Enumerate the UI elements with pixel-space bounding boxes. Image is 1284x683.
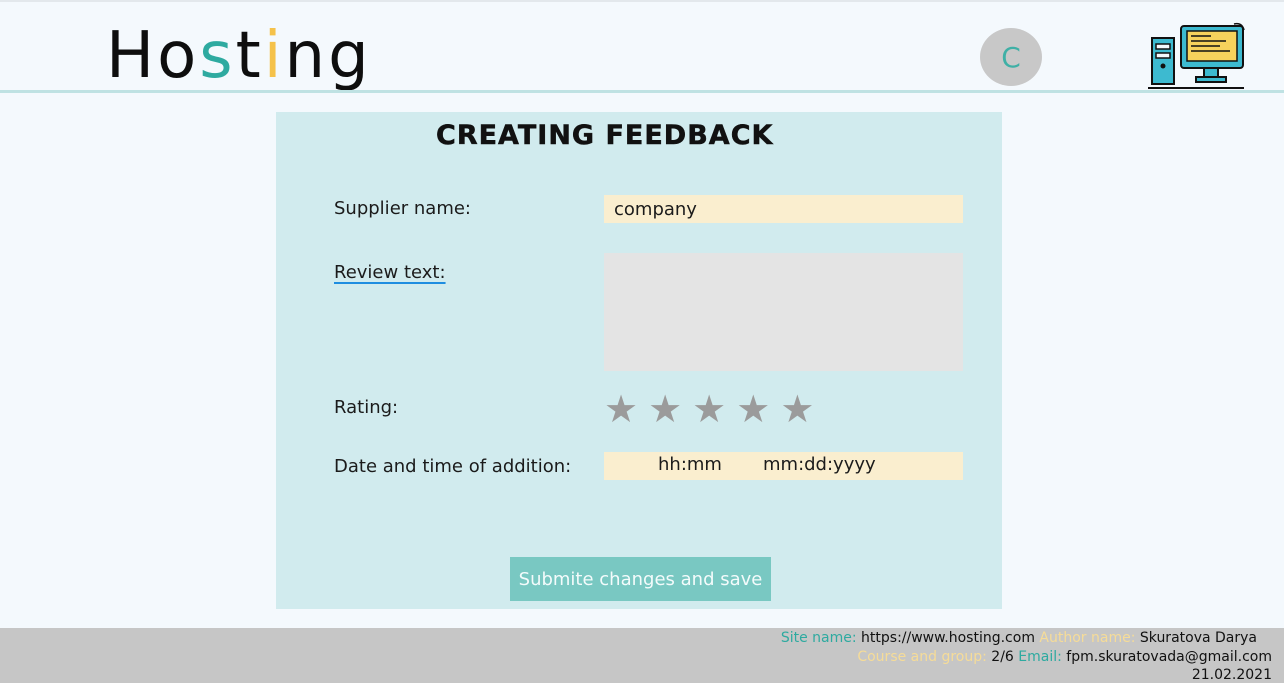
logo-part: t: [235, 19, 264, 93]
hosting-logo[interactable]: Hosting: [106, 16, 372, 96]
course-group-key: Course and group:: [857, 649, 987, 665]
course-group-value: 2/6: [991, 649, 1014, 665]
logo-part-accent: s: [199, 19, 236, 93]
email-value[interactable]: fpm.skuratovada@gmail.com: [1066, 649, 1272, 665]
review-text-input[interactable]: [604, 253, 963, 371]
logo-part: ng: [284, 19, 372, 93]
author-name-value: Skuratova Darya: [1139, 630, 1257, 646]
submit-button[interactable]: Submite changes and save: [510, 557, 771, 601]
computer-illustration-icon: [1148, 22, 1245, 89]
star-icon[interactable]: ★: [604, 390, 638, 430]
date-placeholder[interactable]: mm:dd:yyyy: [763, 454, 876, 475]
site-name-value[interactable]: https://www.hosting.com: [861, 630, 1035, 646]
footer-row-course: Course and group: 2/6 Email: fpm.skurato…: [857, 649, 1272, 665]
time-placeholder[interactable]: hh:mm: [658, 454, 722, 475]
rating-label: Rating:: [334, 397, 399, 418]
star-icon[interactable]: ★: [692, 390, 726, 430]
site-name-key: Site name:: [780, 630, 857, 646]
header-divider: [0, 90, 1284, 93]
date-time-input[interactable]: hh:mm mm:dd:yyyy: [604, 452, 963, 480]
star-icon[interactable]: ★: [736, 390, 770, 430]
header: Hosting C: [0, 0, 1284, 93]
email-key: Email:: [1018, 649, 1062, 665]
review-text-label: Review text:: [334, 262, 446, 283]
logo-part: Ho: [106, 19, 200, 93]
footer: Site name: https://www.hosting.com Autho…: [0, 628, 1284, 683]
supplier-name-input[interactable]: [604, 195, 963, 223]
form-title: Creating feedback: [436, 120, 774, 152]
logo-part-accent: i: [263, 19, 285, 93]
footer-row-site: Site name: https://www.hosting.com Autho…: [781, 630, 1257, 646]
feedback-form: Creating feedback Supplier name: Review …: [276, 112, 1002, 609]
rating-stars: ★ ★ ★ ★ ★: [604, 390, 814, 430]
star-icon[interactable]: ★: [648, 390, 682, 430]
avatar[interactable]: C: [980, 28, 1042, 86]
date-time-label: Date and time of addition:: [334, 456, 572, 477]
star-icon[interactable]: ★: [780, 390, 814, 430]
author-name-key: Author name:: [1039, 630, 1136, 646]
supplier-name-label: Supplier name:: [334, 198, 471, 219]
avatar-letter: C: [1001, 40, 1021, 74]
footer-date: 21.02.2021: [1191, 667, 1272, 683]
